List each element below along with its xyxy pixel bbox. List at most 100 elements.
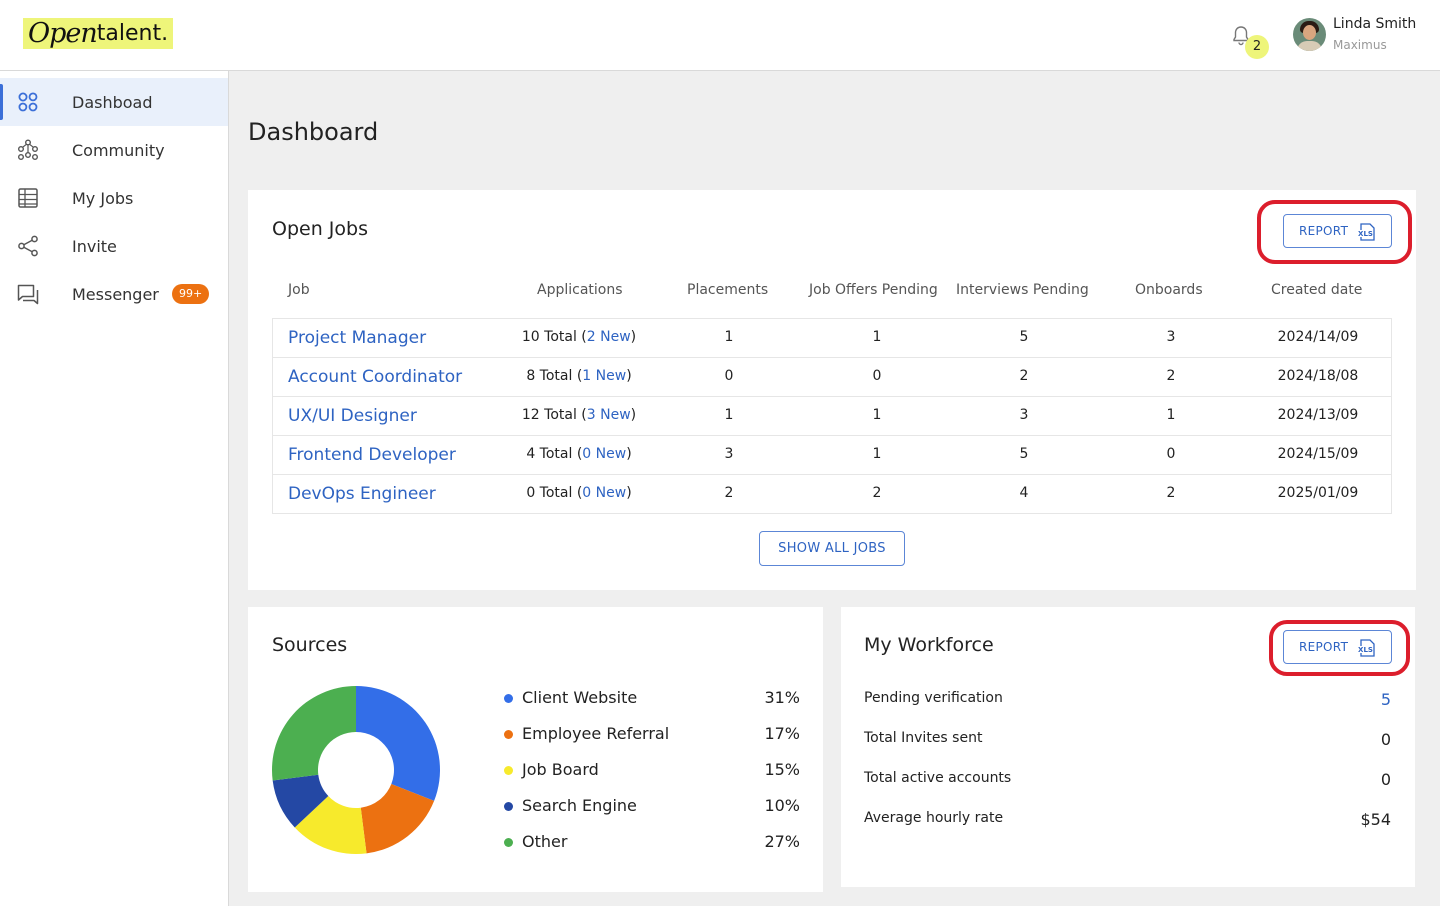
applications-cell: 4 Total (0 New): [526, 446, 632, 462]
donut-slice-client-website: [356, 686, 440, 801]
legend-item: Employee Referral 17%: [504, 723, 800, 745]
sidebar-item-dashboard[interactable]: Dashboad: [0, 78, 228, 126]
table-row[interactable]: Frontend Developer 4 Total (0 New) 3 1 5…: [273, 436, 1391, 475]
logo-plain: talent.: [96, 21, 169, 46]
onboards-cell: 1: [1166, 407, 1176, 423]
column-header-interviews-pending: Interviews Pending: [956, 282, 1089, 298]
offers-cell: 1: [872, 446, 882, 462]
xls-file-icon: XLS: [1358, 639, 1375, 657]
legend-swatch: [504, 766, 513, 775]
open-jobs-title: Open Jobs: [272, 218, 368, 240]
total-active-accounts-value: 0: [1380, 770, 1391, 789]
sidebar: Dashboad Community My Jobs Invite Messen…: [0, 71, 229, 906]
xls-file-icon: XLS: [1358, 223, 1375, 241]
legend-item: Search Engine 10%: [504, 795, 800, 817]
job-title-link[interactable]: Project Manager: [288, 328, 426, 348]
avatar[interactable]: [1293, 18, 1326, 51]
placements-cell: 2: [724, 485, 734, 501]
new-applications-link[interactable]: 1 New: [582, 368, 626, 384]
sidebar-item-community[interactable]: Community: [0, 126, 228, 174]
interviews-cell: 2: [1019, 368, 1029, 384]
logo-script: Open: [28, 18, 98, 49]
total-active-accounts-label: Total active accounts: [864, 770, 1012, 786]
column-header-placements: Placements: [687, 282, 769, 298]
sidebar-item-label: Invite: [72, 236, 117, 256]
show-all-jobs-button[interactable]: SHOW ALL JOBS: [759, 531, 905, 566]
legend-swatch: [504, 838, 513, 847]
placements-cell: 0: [724, 368, 734, 384]
placements-cell: 1: [724, 407, 734, 423]
chat-icon: [17, 284, 39, 305]
legend-item: Other 27%: [504, 831, 800, 853]
brand-logo[interactable]: Open talent.: [23, 18, 174, 49]
legend-item: Job Board 15%: [504, 759, 800, 781]
pending-verification-link[interactable]: 5: [1381, 690, 1391, 709]
placements-cell: 1: [724, 329, 734, 345]
legend-swatch: [504, 802, 513, 811]
pending-verification-label: Pending verification: [864, 690, 1003, 706]
legend-label: Job Board: [522, 760, 599, 779]
placements-cell: 3: [724, 446, 734, 462]
job-title-link[interactable]: Frontend Developer: [288, 445, 456, 465]
new-applications-link[interactable]: 0 New: [582, 485, 626, 501]
average-hourly-rate-value: $54: [1360, 810, 1391, 829]
sidebar-item-messenger[interactable]: Messenger 99+: [0, 270, 228, 318]
svg-text:XLS: XLS: [1358, 646, 1373, 654]
legend-swatch: [504, 694, 513, 703]
report-button-label: REPORT: [1299, 224, 1349, 238]
job-title-link[interactable]: UX/UI Designer: [288, 406, 417, 426]
average-hourly-rate-label: Average hourly rate: [864, 810, 1004, 826]
new-applications-link[interactable]: 2 New: [587, 329, 631, 345]
legend-label: Other: [522, 832, 568, 851]
column-header-applications: Applications: [537, 282, 623, 298]
onboards-cell: 2: [1166, 485, 1176, 501]
legend-percentage: 15%: [764, 760, 800, 779]
legend-label: Employee Referral: [522, 724, 670, 743]
total-invites-value: 0: [1380, 730, 1391, 749]
share-icon: [18, 235, 38, 257]
legend-percentage: 27%: [764, 832, 800, 851]
created-date-cell: 2024/15/09: [1277, 446, 1359, 462]
job-title-link[interactable]: Account Coordinator: [288, 367, 462, 387]
column-header-created-date: Created date: [1271, 282, 1363, 298]
workforce-report-button[interactable]: REPORT XLS: [1283, 630, 1392, 664]
workforce-title: My Workforce: [864, 634, 994, 656]
new-applications-link[interactable]: 0 New: [582, 446, 626, 462]
table-row[interactable]: UX/UI Designer 12 Total (3 New) 1 1 3 1 …: [273, 397, 1391, 436]
applications-cell: 10 Total (2 New): [521, 329, 637, 345]
legend-percentage: 17%: [764, 724, 800, 743]
offers-cell: 0: [872, 368, 882, 384]
open-jobs-report-button[interactable]: REPORT XLS: [1283, 214, 1392, 248]
total-invites-label: Total Invites sent: [864, 730, 983, 746]
column-header-job: Job: [288, 282, 310, 298]
unread-count-badge: 99+: [172, 284, 210, 304]
sidebar-item-label: My Jobs: [72, 188, 134, 208]
sources-donut-chart: [272, 686, 440, 854]
table-row[interactable]: DevOps Engineer 0 Total (0 New) 2 2 4 2 …: [273, 475, 1391, 514]
table-row[interactable]: Project Manager 10 Total (2 New) 1 1 5 3…: [273, 319, 1391, 358]
legend-swatch: [504, 730, 513, 739]
created-date-cell: 2024/14/09: [1277, 329, 1359, 345]
onboards-cell: 3: [1166, 329, 1176, 345]
created-date-cell: 2024/18/08: [1277, 368, 1359, 384]
interviews-cell: 5: [1019, 446, 1029, 462]
dashboard-icon: [18, 92, 38, 112]
donut-slice-other: [272, 686, 356, 781]
legend-label: Client Website: [522, 688, 638, 707]
sidebar-item-my-jobs[interactable]: My Jobs: [0, 174, 228, 222]
table-row[interactable]: Account Coordinator 8 Total (1 New) 0 0 …: [273, 358, 1391, 397]
interviews-cell: 3: [1019, 407, 1029, 423]
sidebar-item-invite[interactable]: Invite: [0, 222, 228, 270]
legend-percentage: 10%: [764, 796, 800, 815]
interviews-cell: 4: [1019, 485, 1029, 501]
page-title: Dashboard: [248, 118, 379, 146]
sidebar-item-label: Dashboad: [72, 92, 153, 112]
column-header-onboards: Onboards: [1135, 282, 1203, 298]
new-applications-link[interactable]: 3 New: [587, 407, 631, 423]
created-date-cell: 2025/01/09: [1277, 485, 1359, 501]
report-button-label: REPORT: [1299, 640, 1349, 654]
user-name[interactable]: Linda Smith: [1333, 16, 1416, 32]
job-title-link[interactable]: DevOps Engineer: [288, 484, 436, 504]
legend-percentage: 31%: [764, 688, 800, 707]
user-organization: Maximus: [1333, 38, 1387, 52]
